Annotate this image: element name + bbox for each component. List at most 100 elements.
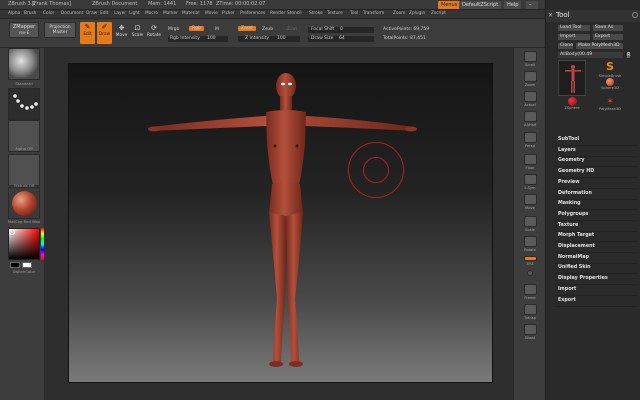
rotate-button[interactable]: Rotate <box>519 236 541 252</box>
subpalette-item[interactable]: Texture <box>558 223 578 228</box>
close-palette-icon[interactable]: ✕ <box>548 12 553 19</box>
subpalette-item[interactable]: SubTool <box>558 137 579 142</box>
menu-item[interactable]: Zscript <box>431 11 446 16</box>
menu-item[interactable]: Render <box>270 11 285 16</box>
menu-item[interactable]: Layer <box>114 11 126 16</box>
subpalette-item[interactable]: Geometry <box>558 158 585 163</box>
main-color-swatch[interactable] <box>10 262 20 268</box>
rgb-toggle[interactable]: Rgb <box>189 26 204 31</box>
export-tool-button[interactable]: Export <box>592 33 624 41</box>
texture-thumbnail[interactable] <box>8 154 40 186</box>
palette-corner-icon[interactable] <box>632 12 638 18</box>
menu-item[interactable]: Tool <box>350 11 358 16</box>
tool-stepper-button[interactable]: R <box>626 51 631 59</box>
xyz-button[interactable]: XYZ <box>519 256 541 266</box>
move-button[interactable]: Move <box>519 194 541 210</box>
material-label: MatCap Red Wax <box>7 219 41 224</box>
sphere3d-tool[interactable]: Sphere3D <box>596 78 624 98</box>
frame-button[interactable]: Frame <box>519 284 541 300</box>
switch-color-label[interactable]: SwitchColor <box>4 269 44 274</box>
lsym-button[interactable]: L.Sym <box>519 174 541 190</box>
make-polymesh3d-button[interactable]: Make PolyMesh3D <box>575 42 624 50</box>
hue-slider[interactable] <box>41 228 44 260</box>
aahalf-button[interactable]: AAHalf <box>519 111 541 127</box>
zsphere-tool[interactable]: ZSphere <box>558 97 586 117</box>
subpalette-item[interactable]: Masking <box>558 201 581 206</box>
stroke-thumbnail[interactable] <box>8 88 40 120</box>
subpalette-item[interactable]: Displacement <box>558 244 595 249</box>
default-zscript-button[interactable]: DefaultZScript <box>459 1 502 9</box>
clone-button[interactable]: Clone <box>557 42 574 50</box>
document-canvas[interactable] <box>68 63 493 383</box>
m-toggle[interactable]: M <box>215 27 219 32</box>
save-as-button[interactable]: Save As <box>592 24 624 32</box>
menu-item[interactable]: Preferences <box>240 11 265 16</box>
subpalette-item[interactable]: NormalMap <box>558 255 589 260</box>
menu-item[interactable]: Movie <box>205 11 218 16</box>
menu-item[interactable]: Picker <box>222 11 235 16</box>
menu-item[interactable]: Texture <box>327 11 343 16</box>
menu-item[interactable]: Material <box>182 11 199 16</box>
menu-item[interactable]: Draw <box>86 11 97 16</box>
subpalette-item[interactable]: Export <box>558 298 576 303</box>
human-body-model[interactable] <box>69 64 494 384</box>
active-tool-thumbnail[interactable] <box>558 60 586 96</box>
projection-master-button[interactable]: Projection Master <box>44 22 76 38</box>
menu-item[interactable]: Alpha <box>8 11 20 16</box>
persp-button[interactable]: Persp <box>519 132 541 148</box>
draw-size-value: 64 <box>339 36 345 41</box>
transp-button[interactable]: Transp <box>519 304 541 320</box>
zoom-button[interactable]: Zoom <box>519 71 541 87</box>
subpalette-item[interactable]: Deformation <box>558 191 592 196</box>
current-tool-slider[interactable]: AllBody(00.49 <box>557 51 624 59</box>
brush-thumbnail[interactable] <box>8 48 40 80</box>
floor-button[interactable]: Floor <box>519 154 541 170</box>
zcut-toggle[interactable]: Zcut <box>287 27 297 32</box>
draw-button[interactable]: ✐ Draw <box>97 22 112 44</box>
mrgb-toggle[interactable]: Mrgb <box>168 27 179 32</box>
zmapper-button[interactable]: ZMapper rev-E <box>9 22 39 38</box>
subpalette-item[interactable]: Import <box>558 287 576 292</box>
subpalette-item[interactable]: Geometry HD <box>558 169 594 174</box>
subpalette-item[interactable]: Polygroups <box>558 212 588 217</box>
help-button[interactable]: Help <box>504 1 522 9</box>
minimize-button[interactable]: – <box>526 1 538 9</box>
menu-item[interactable]: Zplugin <box>409 11 425 16</box>
menu-item[interactable]: Document <box>61 11 83 16</box>
menus-button[interactable]: Menus <box>438 1 461 9</box>
subpalette-item[interactable]: Morph Target <box>558 233 594 238</box>
import-tool-button[interactable]: Import <box>557 33 591 41</box>
subpalette-item[interactable]: Preview <box>558 180 580 185</box>
subpalette-item[interactable]: Unified Skin <box>558 265 591 270</box>
menu-item[interactable]: Marker <box>163 11 178 16</box>
actual-button[interactable]: Actual <box>519 91 541 107</box>
lock-button[interactable] <box>519 270 541 277</box>
zsub-toggle[interactable]: Zsub <box>262 27 273 32</box>
menu-item[interactable]: Light <box>129 11 140 16</box>
menu-item[interactable]: Stencil <box>287 11 302 16</box>
zadd-toggle[interactable]: Zadd <box>238 26 256 31</box>
rotate-button[interactable]: ⟳ Rotate <box>147 24 161 44</box>
menu-item[interactable]: Zoom <box>393 11 405 16</box>
menu-item[interactable]: Brush <box>24 11 36 16</box>
menu-item[interactable]: Edit <box>100 11 108 16</box>
menu-item[interactable]: Macro <box>145 11 158 16</box>
edit-button[interactable]: ✎ Edit <box>80 22 95 44</box>
menu-item[interactable]: Color <box>43 11 54 16</box>
scale-button[interactable]: ⊡ Scale <box>131 24 144 44</box>
zsphere-label: ZSphere <box>564 106 580 110</box>
polymesh3d-tool[interactable]: ✶ PolyMesh3D <box>596 97 624 117</box>
rgb-intensity-label: Rgb Intensity <box>170 36 200 41</box>
load-tool-button[interactable]: Load Tool <box>557 24 591 32</box>
subpalette-item[interactable]: Display Properties <box>558 276 608 281</box>
menu-item[interactable]: Transform <box>363 11 384 16</box>
subpalette-item[interactable]: Layers <box>558 148 576 153</box>
scroll-button[interactable]: Scroll <box>519 51 541 67</box>
secondary-color-swatch[interactable] <box>22 262 32 268</box>
color-picker-marker[interactable] <box>9 229 15 235</box>
ghost-button[interactable]: Ghost <box>519 324 541 340</box>
menu-item[interactable]: Stroke <box>309 11 323 16</box>
move-button[interactable]: ✥ Move <box>115 24 128 44</box>
material-thumbnail[interactable] <box>8 187 40 219</box>
scale-button[interactable]: Scale <box>519 216 541 232</box>
